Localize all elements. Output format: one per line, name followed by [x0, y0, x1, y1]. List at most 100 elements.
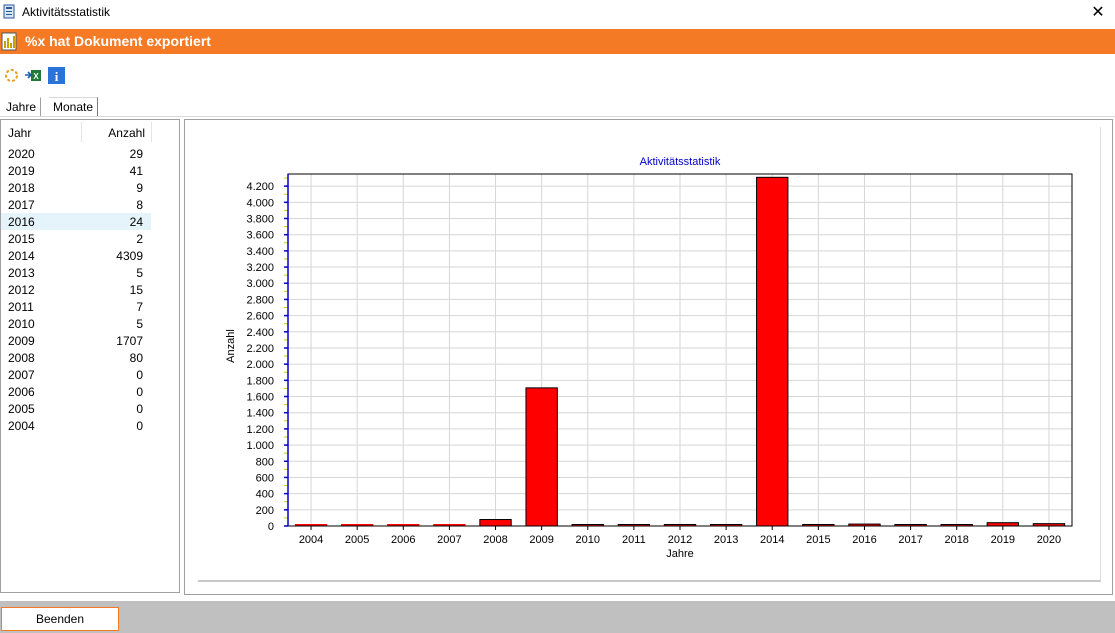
bar[interactable]: [479, 519, 512, 527]
list-item-year: 2010: [8, 317, 35, 331]
excel-export-icon[interactable]: X: [25, 67, 42, 84]
list-item-count: 41: [129, 164, 143, 178]
list-item[interactable]: 2009 1707: [1, 332, 151, 349]
header-title: %x hat Dokument exportiert: [25, 33, 211, 49]
beenden-button[interactable]: Beenden: [1, 607, 119, 631]
list-item-year: 2020: [8, 147, 35, 161]
x-tick-label: 2004: [299, 534, 323, 546]
list-item-year: 2004: [8, 419, 35, 433]
title-bar: Aktivitätsstatistik ✕: [0, 0, 1115, 26]
list-item-count: 8: [136, 198, 143, 212]
x-tick-label: 2012: [668, 534, 692, 546]
chart-panel: 0 200 400 600 800 1.000 1.200 1.400 1.600 1.800 2.…: [184, 119, 1113, 595]
list-item[interactable]: 2020 29: [1, 145, 151, 162]
refresh-icon[interactable]: [3, 67, 20, 84]
tab-bar: Jahre Monate: [0, 97, 1115, 117]
list-item-year: 2006: [8, 385, 35, 399]
list-item[interactable]: 2004 0: [1, 417, 151, 434]
header-bar: %x hat Dokument exportiert: [0, 29, 1115, 54]
list-item[interactable]: 2017 8: [1, 196, 151, 213]
y-tick-label: 200: [256, 505, 274, 517]
chart-area: 0 200 400 600 800 1.000 1.200 1.400 1.600 1.800 2.…: [198, 127, 1101, 582]
x-tick-label: 2020: [1037, 534, 1061, 546]
list-item-year: 2018: [8, 181, 35, 195]
y-tick-label: 3.800: [246, 214, 274, 226]
x-tick-label: 2016: [852, 534, 876, 546]
tab-jahre[interactable]: Jahre: [2, 97, 42, 116]
svg-text:X: X: [33, 72, 39, 81]
column-header-anzahl[interactable]: Anzahl: [81, 126, 145, 140]
list-item-count: 29: [129, 147, 143, 161]
bar-chart: 0 200 400 600 800 1.000 1.200 1.400 1.600 1.800 2.…: [225, 156, 1073, 560]
column-divider: [151, 122, 152, 142]
x-tick-label: 2019: [991, 534, 1015, 546]
list-item-count: 24: [129, 215, 143, 229]
window-title: Aktivitätsstatistik: [22, 5, 111, 19]
bar[interactable]: [756, 176, 789, 527]
app-icon: [3, 4, 15, 19]
bar[interactable]: [525, 387, 558, 527]
list-item[interactable]: 2018 9: [1, 179, 151, 196]
list-item[interactable]: 2008 80: [1, 349, 151, 366]
list-item[interactable]: 2007 0: [1, 366, 151, 383]
y-tick-label: 1.200: [246, 424, 274, 436]
x-tick-label: 2005: [345, 534, 369, 546]
y-tick-label: 3.600: [246, 230, 274, 242]
list-item-year: 2007: [8, 368, 35, 382]
svg-text:i: i: [55, 69, 59, 84]
y-tick-label: 1.600: [246, 392, 274, 404]
list-item-count: 15: [129, 283, 143, 297]
list-item[interactable]: 2015 2: [1, 230, 151, 247]
y-tick-label: 800: [256, 456, 274, 468]
list-item[interactable]: 2010 5: [1, 315, 151, 332]
list-item-count: 1707: [116, 334, 143, 348]
year-list[interactable]: Jahr Anzahl 2020 29 2019 41 2018 9 2017 8 2016 24…: [0, 119, 180, 593]
x-tick-label: 2018: [944, 534, 968, 546]
footer-bar: Beenden: [0, 601, 1115, 633]
list-item-year: 2016: [8, 215, 35, 229]
y-tick-label: 2.800: [246, 294, 274, 306]
info-icon[interactable]: i: [48, 67, 65, 84]
list-item-count: 5: [136, 317, 143, 331]
y-tick-label: 4.200: [246, 181, 274, 193]
x-axis-label: Jahre: [666, 548, 694, 560]
list-item-year: 2008: [8, 351, 35, 365]
list-item[interactable]: 2013 5: [1, 264, 151, 281]
document-chart-icon: [1, 32, 17, 51]
y-axis-label: Anzahl: [225, 329, 237, 363]
list-item-year: 2015: [8, 232, 35, 246]
list-item-year: 2011: [8, 300, 34, 314]
y-tick-label: 3.000: [246, 278, 274, 290]
y-tick-label: 3.400: [246, 246, 274, 258]
y-tick-label: 1.000: [246, 440, 274, 452]
list-item[interactable]: 2014 4309: [1, 247, 151, 264]
list-item[interactable]: 2016 24: [1, 213, 151, 230]
y-tick-label: 3.200: [246, 262, 274, 274]
y-tick-label: 600: [256, 472, 274, 484]
list-header: Jahr Anzahl: [1, 120, 152, 144]
chart-title: Aktivitätsstatistik: [640, 156, 721, 168]
y-tick-label: 0: [268, 521, 274, 533]
list-item-count: 0: [136, 368, 143, 382]
y-tick-label: 2.200: [246, 343, 274, 355]
y-tick-label: 1.400: [246, 408, 274, 420]
x-tick-label: 2006: [391, 534, 415, 546]
list-item[interactable]: 2011 7: [1, 298, 151, 315]
list-item-year: 2005: [8, 402, 35, 416]
list-item-year: 2014: [8, 249, 35, 263]
x-tick-label: 2008: [483, 534, 507, 546]
list-item-count: 5: [136, 266, 143, 280]
y-tick-label: 2.000: [246, 359, 274, 371]
tab-monate[interactable]: Monate: [49, 97, 99, 116]
close-icon[interactable]: ✕: [1089, 2, 1107, 22]
y-tick-label: 2.600: [246, 311, 274, 323]
list-item-count: 80: [129, 351, 143, 365]
list-item[interactable]: 2006 0: [1, 383, 151, 400]
list-item[interactable]: 2005 0: [1, 400, 151, 417]
y-tick-label: 4.000: [246, 197, 274, 209]
list-item-count: 2: [136, 232, 143, 246]
list-item[interactable]: 2019 41: [1, 162, 151, 179]
list-item-count: 9: [136, 181, 143, 195]
list-item[interactable]: 2012 15: [1, 281, 151, 298]
column-header-jahr[interactable]: Jahr: [8, 126, 31, 140]
